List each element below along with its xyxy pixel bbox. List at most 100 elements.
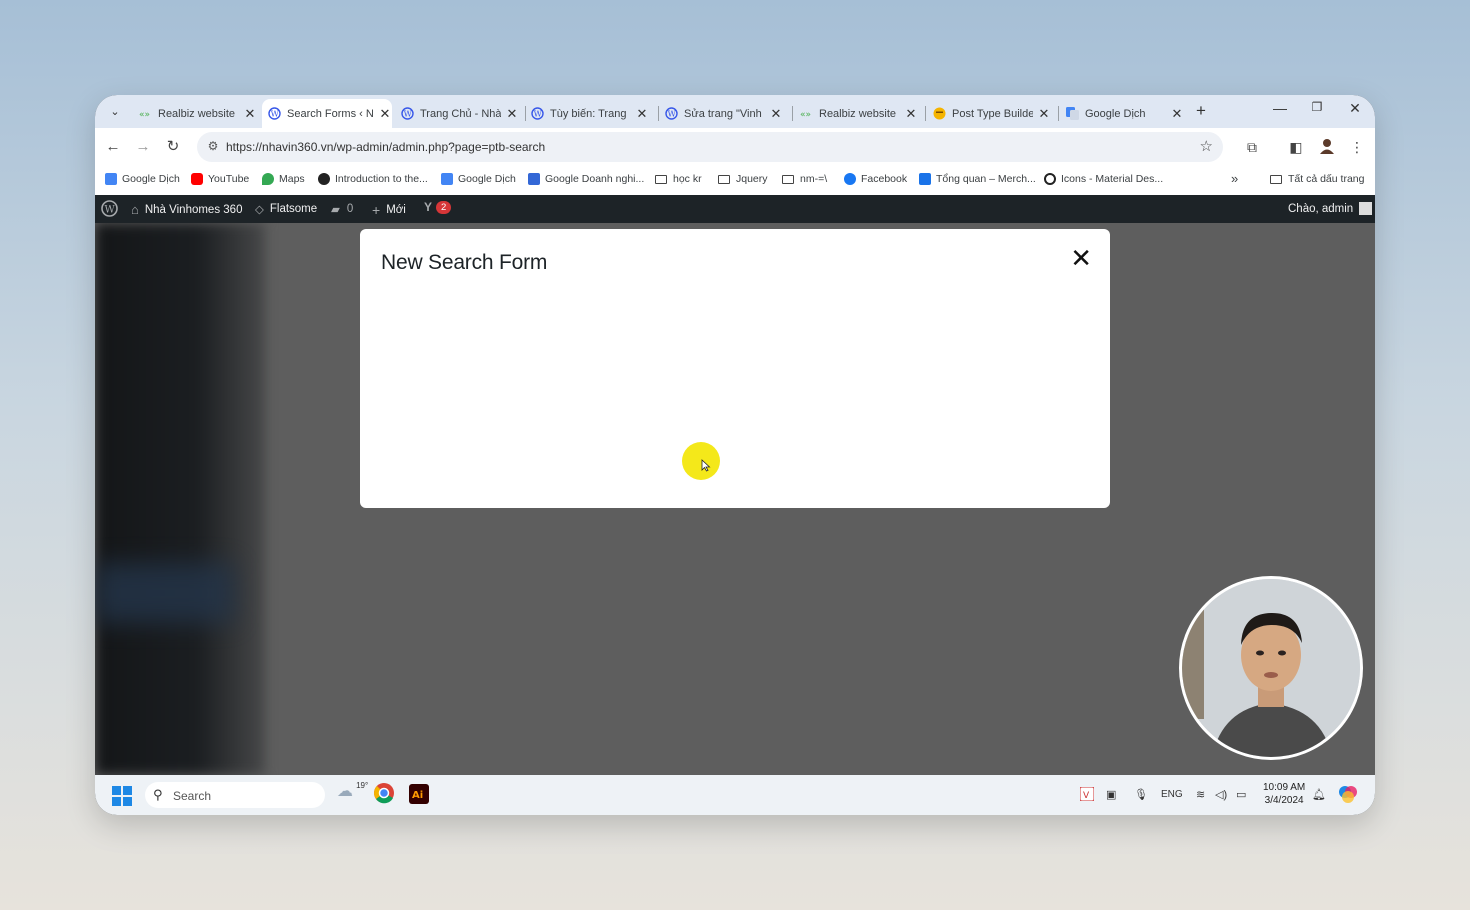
back-button[interactable]: ←: [103, 137, 123, 157]
bookmark-star-icon[interactable]: ☆: [1200, 137, 1213, 155]
menu-kebab-icon[interactable]: ⋮: [1347, 137, 1367, 157]
bookmark-label: Google Doanh nghi...: [545, 173, 645, 185]
close-icon[interactable]: ✕: [904, 106, 918, 122]
all-bookmarks-folder[interactable]: Tất cả dấu trang: [1270, 173, 1364, 185]
greeting-label: Chào, admin: [1288, 202, 1354, 215]
side-panel-icon[interactable]: ◧: [1286, 137, 1306, 157]
bookmark-maps[interactable]: Maps: [262, 173, 305, 185]
vivaldi-tray-icon[interactable]: V: [1079, 786, 1095, 804]
system-clock[interactable]: 10:09 AM 3/4/2024: [1263, 781, 1305, 807]
more-bookmarks-chevron-icon[interactable]: »: [1231, 171, 1238, 186]
plus-icon: +: [372, 202, 381, 218]
bookmark-google-dich-2[interactable]: Google Dịch: [441, 173, 516, 185]
wp-yoast-seo[interactable]: Y 2: [424, 200, 452, 214]
new-tab-button[interactable]: +: [1196, 101, 1206, 121]
notification-badge: 2: [436, 200, 452, 214]
profile-avatar-icon[interactable]: [1317, 137, 1337, 157]
tab-label: Search Forms ‹ N: [287, 107, 374, 120]
microphone-icon[interactable]: 🎙: [1134, 788, 1148, 801]
close-icon[interactable]: ✕: [505, 106, 519, 122]
language-indicator[interactable]: ENG: [1161, 789, 1183, 800]
presenter-video-icon: [1182, 579, 1360, 757]
windows-taskbar: ⚲ Search ☁ 19° Ai V ▣ 🎙 ENG ≋ ◁) ▭ 10:09…: [95, 775, 1375, 815]
wifi-icon[interactable]: ≋: [1196, 788, 1205, 801]
bookmark-folder-hoc-kr[interactable]: học kr: [655, 173, 702, 185]
wordpress-logo-icon[interactable]: W: [101, 200, 118, 217]
flatsome-icon: ◇: [255, 204, 264, 216]
bookmark-google-dich[interactable]: Google Dịch: [105, 173, 180, 185]
close-icon[interactable]: ✕: [1070, 245, 1092, 271]
windows-start-icon[interactable]: [112, 786, 132, 806]
tab-google-dich[interactable]: Google Dịch ✕: [1066, 99, 1184, 128]
admin-sidebar-blurred: [95, 223, 265, 775]
svg-text:W: W: [271, 110, 280, 119]
folder-icon: [1270, 174, 1282, 184]
close-icon[interactable]: ✕: [1037, 106, 1051, 122]
close-icon[interactable]: ✕: [769, 106, 783, 122]
close-icon[interactable]: ✕: [1170, 106, 1184, 122]
bookmark-google-doanh-nghiep[interactable]: Google Doanh nghi...: [528, 173, 644, 185]
bookmark-introduction[interactable]: Introduction to the...: [318, 173, 428, 185]
tab-post-type-builder[interactable]: Post Type Builde ✕: [933, 99, 1051, 128]
tab-label: Sửa trang "Vinh: [684, 107, 762, 120]
wp-my-account[interactable]: Chào, admin: [1288, 202, 1373, 215]
bookmark-material-icons[interactable]: Icons - Material Des...: [1044, 173, 1163, 185]
notification-bell-icon[interactable]: 🔔︎: [1312, 788, 1326, 801]
wp-new-content[interactable]: + Mới: [372, 202, 406, 218]
new-search-form-modal: New Search Form ✕: [360, 229, 1110, 508]
reload-button[interactable]: ↻: [163, 137, 183, 157]
restore-button[interactable]: ❐: [1307, 100, 1327, 114]
bookmark-tong-quan[interactable]: Tổng quan – Merch...: [919, 173, 1036, 185]
minimize-button[interactable]: —: [1270, 100, 1290, 116]
tab-label: Trang Chủ - Nhà: [420, 107, 501, 120]
tab-realbiz-2[interactable]: «» Realbiz website ✕: [800, 99, 918, 128]
close-icon[interactable]: ✕: [378, 106, 392, 122]
tab-tuy-bien[interactable]: W Tùy biến: Trang ✕: [531, 99, 649, 128]
bookmark-youtube[interactable]: YouTube: [191, 173, 249, 185]
wp-comments[interactable]: ▰ 0: [331, 202, 353, 216]
tab-sua-trang[interactable]: W Sửa trang "Vinh ✕: [665, 99, 783, 128]
bookmark-label: Facebook: [861, 173, 908, 185]
bookmark-folder-nm[interactable]: nm-=\: [782, 173, 827, 185]
bookmark-folder-jquery[interactable]: Jquery: [718, 173, 768, 185]
bookmark-label: YouTube: [208, 173, 250, 185]
url-text[interactable]: https://nhavin360.vn/wp-admin/admin.php?…: [226, 140, 545, 154]
cloud-icon: ☁: [337, 783, 353, 800]
business-icon: [528, 173, 540, 185]
address-bar[interactable]: ⚙ https://nhavin360.vn/wp-admin/admin.ph…: [197, 132, 1223, 162]
bookmark-facebook[interactable]: Facebook: [844, 173, 907, 185]
svg-text:«»: «»: [800, 110, 811, 120]
tab-realbiz-1[interactable]: «» Realbiz website ✕: [133, 99, 257, 128]
tab-search-dropdown[interactable]: ⌄: [105, 102, 125, 122]
tab-trang-chu[interactable]: W Trang Chủ - Nhà ✕: [397, 99, 519, 128]
extensions-icon[interactable]: ⧉: [1242, 137, 1262, 157]
illustrator-taskbar-icon[interactable]: Ai: [409, 784, 429, 807]
close-icon[interactable]: ✕: [635, 106, 649, 122]
folder-icon: [782, 174, 794, 184]
webcam-overlay: [1179, 576, 1363, 760]
google-translate-icon: [441, 173, 453, 185]
volume-icon[interactable]: ◁): [1215, 788, 1227, 801]
tab-separator: [658, 106, 659, 121]
tab-search-forms[interactable]: W Search Forms ‹ N ✕: [262, 99, 392, 128]
svg-text:W: W: [105, 205, 116, 216]
camera-tray-icon[interactable]: ▣: [1106, 788, 1116, 801]
chrome-taskbar-icon[interactable]: [373, 782, 395, 807]
search-placeholder: Search: [173, 789, 212, 803]
wp-theme-flatsome[interactable]: ◇ Flatsome: [255, 202, 317, 216]
taskbar-search[interactable]: ⚲ Search: [145, 782, 325, 808]
bookmark-label: Tổng quan – Merch...: [936, 173, 1036, 185]
copilot-icon[interactable]: [1338, 784, 1358, 807]
bookmark-label: Jquery: [736, 173, 768, 185]
bookmark-label: Icons - Material Des...: [1061, 173, 1164, 185]
wordpress-icon: W: [665, 107, 678, 120]
site-info-icon[interactable]: ⚙: [205, 139, 221, 155]
close-window-button[interactable]: ✕: [1345, 100, 1365, 117]
battery-icon[interactable]: ▭: [1236, 788, 1246, 801]
close-icon[interactable]: ✕: [243, 106, 257, 122]
weather-temp: 19°: [356, 781, 369, 790]
weather-widget[interactable]: ☁ 19°: [337, 781, 368, 801]
bookmark-label: Introduction to the...: [335, 173, 428, 185]
forward-button[interactable]: →: [133, 137, 153, 157]
wp-site-name[interactable]: ⌂ Nhà Vinhomes 360: [131, 202, 242, 217]
